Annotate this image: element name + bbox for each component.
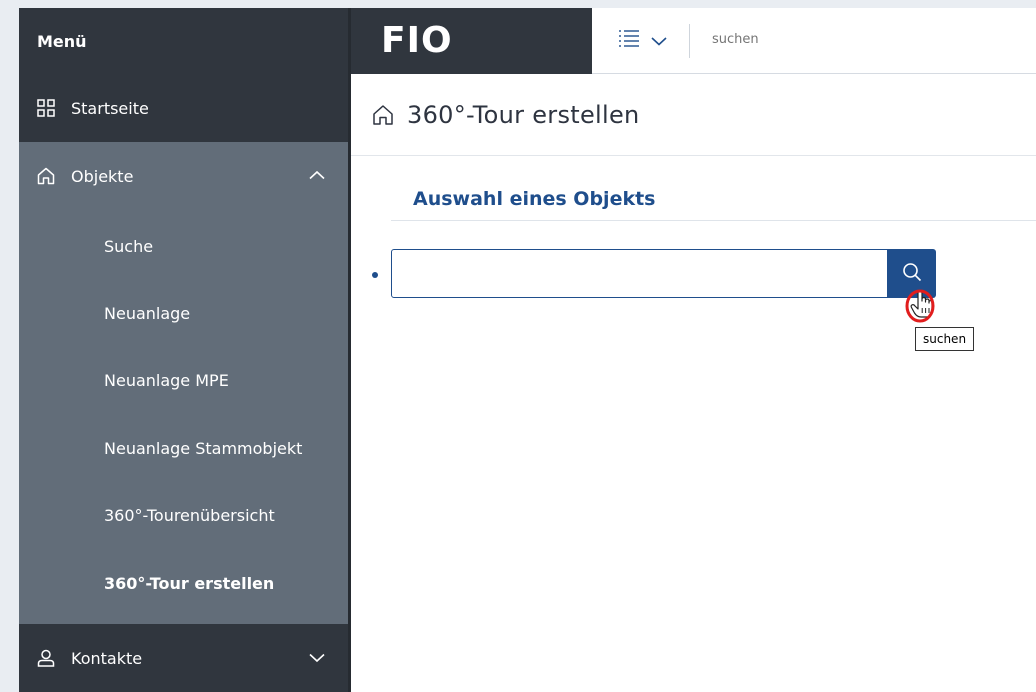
app-logo[interactable]: FIO [381, 20, 453, 61]
main-content: 360°-Tour erstellen Auswahl eines Objekt… [348, 74, 1036, 692]
page-header: 360°-Tour erstellen [351, 74, 1036, 156]
chevron-up-icon[interactable] [308, 167, 326, 186]
sidebar-subitem-label: Suche [104, 237, 154, 256]
sidebar: Menü Startseite Objekte Suche Neuanlage [19, 8, 348, 692]
sidebar-subitem-tourenuebersicht[interactable]: 360°-Tourenübersicht [19, 482, 348, 549]
grid-icon [35, 97, 57, 119]
home-icon[interactable] [371, 103, 395, 127]
sidebar-subitem-label: 360°-Tourenübersicht [104, 506, 275, 525]
sidebar-subitem-label: Neuanlage [104, 304, 191, 323]
sidebar-subitem-label: Neuanlage MPE [104, 371, 229, 390]
home-icon [35, 165, 57, 187]
sidebar-subitem-neuanlage-stammobjekt[interactable]: Neuanlage Stammobjekt [19, 415, 348, 482]
search-scope-dropdown[interactable] [616, 28, 676, 54]
top-search-bar [592, 8, 1036, 74]
sidebar-subitem-label: Neuanlage Stammobjekt [104, 439, 303, 458]
list-icon [616, 28, 642, 54]
sidebar-item-label: Kontakte [71, 648, 143, 668]
sidebar-item-objekte[interactable]: Objekte [19, 142, 348, 210]
sidebar-item-startseite[interactable]: Startseite [19, 74, 348, 142]
sidebar-subitem-suche[interactable]: Suche [19, 213, 348, 280]
required-marker [372, 272, 378, 278]
search-icon [901, 261, 923, 287]
logo-bar: FIO [348, 8, 592, 74]
sidebar-subitem-neuanlage[interactable]: Neuanlage [19, 280, 348, 347]
sidebar-item-kontakte[interactable]: Kontakte [19, 624, 348, 692]
divider [689, 24, 690, 58]
tooltip: suchen [915, 327, 975, 351]
sidebar-subitem-neuanlage-mpe[interactable]: Neuanlage MPE [19, 347, 348, 414]
object-search-input[interactable] [391, 249, 888, 298]
sidebar-subitem-tour-erstellen[interactable]: 360°-Tour erstellen [19, 550, 348, 617]
global-search-input[interactable] [712, 32, 1012, 47]
menu-title: Menü [37, 31, 87, 51]
menu-header: Menü [19, 8, 348, 74]
sidebar-item-label: Objekte [71, 166, 134, 186]
page-title: 360°-Tour erstellen [407, 100, 640, 129]
sidebar-subitem-label: 360°-Tour erstellen [104, 574, 275, 593]
section-divider [391, 220, 1036, 221]
chevron-down-icon [650, 32, 668, 51]
section-title: Auswahl eines Objekts [413, 188, 656, 210]
chevron-down-icon[interactable] [308, 649, 326, 668]
sidebar-item-label: Startseite [71, 98, 149, 118]
user-icon [35, 647, 57, 669]
hand-cursor-icon [904, 286, 940, 330]
